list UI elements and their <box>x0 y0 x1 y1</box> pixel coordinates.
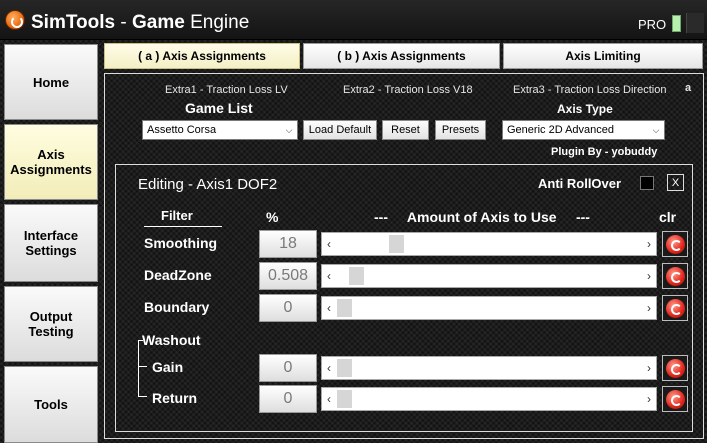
reset-icon <box>665 358 685 378</box>
sidebar-item-home[interactable]: Home <box>4 44 98 120</box>
smoothing-label: Smoothing <box>144 235 218 251</box>
extras-marker: a <box>685 82 692 94</box>
pro-indicator <box>672 15 681 32</box>
sidebar-item-output-testing[interactable]: Output Testing <box>4 286 98 362</box>
slider-thumb[interactable] <box>337 359 352 377</box>
tab-axis-assignments-a[interactable]: ( a ) Axis Assignments <box>104 43 300 69</box>
axis-type-selected: Generic 2D Advanced <box>507 124 615 136</box>
chevron-down-icon: ⌵ <box>285 125 293 135</box>
tab-axis-limiting[interactable]: Axis Limiting <box>503 43 703 69</box>
deadzone-value[interactable]: 0.508 <box>259 262 317 290</box>
reset-icon <box>665 298 685 318</box>
chevron-left-icon[interactable]: ‹ <box>322 357 336 379</box>
reset-icon <box>665 234 685 254</box>
slider-thumb[interactable] <box>389 235 405 253</box>
percent-column-header: % <box>266 209 279 225</box>
amount-column-header: --- Amount of Axis to Use --- <box>374 209 590 225</box>
slider-thumb[interactable] <box>337 299 352 317</box>
chevron-left-icon[interactable]: ‹ <box>322 388 336 410</box>
sidebar-item-label: Axis Assignments <box>10 147 92 177</box>
presets-button[interactable]: Presets <box>435 120 486 140</box>
sidebar-item-label: Interface Settings <box>23 228 79 258</box>
sidebar-item-axis-assignments[interactable]: Axis Assignments <box>4 124 98 200</box>
chevron-right-icon[interactable]: › <box>642 265 656 287</box>
reset-icon <box>665 389 685 409</box>
load-default-button[interactable]: Load Default <box>303 120 377 140</box>
tab-axis-assignments-b[interactable]: ( b ) Axis Assignments <box>303 43 500 69</box>
chevron-right-icon[interactable]: › <box>642 388 656 410</box>
anti-rollover-checkbox[interactable] <box>640 176 654 190</box>
gain-clear-button[interactable] <box>662 355 688 381</box>
return-clear-button[interactable] <box>662 386 688 412</box>
edit-panel-title: Editing - Axis1 DOF2 <box>138 176 278 193</box>
extra1-label: Extra1 - Traction Loss LV <box>165 84 288 96</box>
chevron-left-icon[interactable]: ‹ <box>322 265 336 287</box>
washout-bracket-return <box>138 396 147 397</box>
sidebar-item-tools[interactable]: Tools <box>4 366 98 443</box>
chevron-right-icon[interactable]: › <box>642 233 656 255</box>
chevron-right-icon[interactable]: › <box>642 357 656 379</box>
gain-value[interactable]: 0 <box>259 354 317 382</box>
chevron-right-icon[interactable]: › <box>642 297 656 319</box>
plugin-by-label: Plugin By - yobuddy <box>551 146 658 158</box>
sidebar-item-label: Home <box>32 74 70 90</box>
game-list-select[interactable]: Assetto Corsa ⌵ <box>142 120 298 140</box>
deadzone-clear-button[interactable] <box>662 263 688 289</box>
return-value[interactable]: 0 <box>259 385 317 413</box>
boundary-slider[interactable]: ‹ › <box>321 296 657 320</box>
app-title: SimTools - Game Engine <box>31 12 249 34</box>
edit-panel-close-button[interactable]: X <box>667 174 684 191</box>
smoothing-value[interactable]: 18 <box>259 230 317 258</box>
extra2-label: Extra2 - Traction Loss V18 <box>343 84 473 96</box>
sidebar-item-label: Output Testing <box>28 309 74 339</box>
reset-icon <box>665 266 685 286</box>
reset-button[interactable]: Reset <box>382 120 429 140</box>
washout-bracket-gain <box>138 366 147 367</box>
game-list-selected: Assetto Corsa <box>147 124 217 136</box>
app-title-separator: - <box>115 12 132 33</box>
simtools-logo-icon <box>5 10 25 30</box>
slider-thumb[interactable] <box>337 390 352 408</box>
boundary-label: Boundary <box>144 299 210 315</box>
app-title-simtools: SimTools <box>31 12 116 33</box>
anti-rollover-label: Anti RollOver <box>538 176 622 191</box>
extra3-label: Extra3 - Traction Loss Direction <box>513 84 667 96</box>
app-title-game: Game <box>132 12 185 33</box>
smoothing-clear-button[interactable] <box>662 231 688 257</box>
chevron-left-icon[interactable]: ‹ <box>322 233 336 255</box>
chevron-down-icon: ⌵ <box>652 125 660 135</box>
sidebar: Home Axis Assignments Interface Settings… <box>0 40 101 443</box>
app-title-engine: Engine <box>190 12 250 33</box>
tab-bar: ( a ) Axis Assignments ( b ) Axis Assign… <box>101 40 707 70</box>
boundary-clear-button[interactable] <box>662 295 688 321</box>
window-close-button[interactable] <box>686 13 704 33</box>
return-label: Return <box>152 390 198 406</box>
pro-label: PRO <box>638 17 667 32</box>
slider-thumb[interactable] <box>348 267 364 285</box>
title-bar: SimTools - Game Engine PRO <box>0 0 707 40</box>
axis-assignments-panel: Extra1 - Traction Loss LV Extra2 - Tract… <box>104 73 704 439</box>
gain-label: Gain <box>152 359 184 375</box>
boundary-value[interactable]: 0 <box>259 294 317 322</box>
return-slider[interactable]: ‹ › <box>321 387 657 411</box>
washout-bracket <box>138 340 139 396</box>
deadzone-slider[interactable]: ‹ › <box>321 264 657 288</box>
filter-column-header: Filter <box>161 208 193 223</box>
filter-underline <box>144 226 222 227</box>
deadzone-label: DeadZone <box>144 267 212 283</box>
sidebar-item-interface-settings[interactable]: Interface Settings <box>4 204 98 282</box>
axis-type-label: Axis Type <box>557 102 613 116</box>
sidebar-item-label: Tools <box>34 397 68 412</box>
axis-type-select[interactable]: Generic 2D Advanced ⌵ <box>502 120 665 140</box>
game-list-label: Game List <box>185 100 253 116</box>
smoothing-slider[interactable]: ‹ › <box>321 232 657 256</box>
chevron-left-icon[interactable]: ‹ <box>322 297 336 319</box>
axis-edit-panel: Editing - Axis1 DOF2 Anti RollOver X Fil… <box>115 164 693 432</box>
clr-column-header: clr <box>659 209 677 225</box>
washout-label: Washout <box>142 332 201 348</box>
gain-slider[interactable]: ‹ › <box>321 356 657 380</box>
